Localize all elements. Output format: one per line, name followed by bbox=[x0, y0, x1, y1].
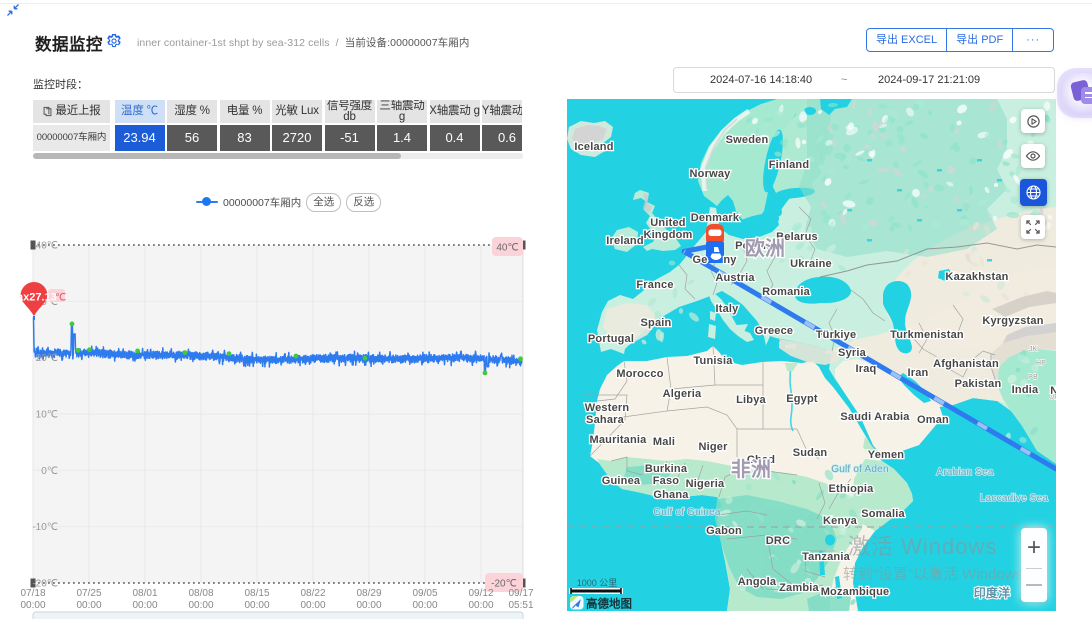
svg-text:Mauritania: Mauritania bbox=[589, 434, 647, 446]
svg-text:Nigeria: Nigeria bbox=[686, 478, 725, 490]
svg-text:UP: UP bbox=[1049, 394, 1056, 401]
svg-text:Pakistan: Pakistan bbox=[955, 378, 1002, 390]
svg-text:Iraq: Iraq bbox=[856, 363, 877, 375]
svg-text:Algeria: Algeria bbox=[663, 388, 702, 400]
svg-text:Sudan: Sudan bbox=[793, 447, 828, 459]
svg-text:09/05: 09/05 bbox=[412, 588, 437, 599]
svg-text:India: India bbox=[1012, 384, 1039, 396]
svg-text:Italy: Italy bbox=[715, 303, 739, 315]
svg-text:℃: ℃ bbox=[55, 293, 66, 304]
svg-text:00:00: 00:00 bbox=[300, 600, 325, 611]
svg-text:Gulf of Guinea: Gulf of Guinea bbox=[653, 507, 721, 518]
svg-text:Saudi Arabia: Saudi Arabia bbox=[840, 411, 910, 423]
svg-text:France: France bbox=[636, 279, 673, 291]
svg-text:Kingdom: Kingdom bbox=[643, 229, 692, 241]
svg-text:Niger: Niger bbox=[698, 441, 728, 453]
svg-text:Ethiopia: Ethiopia bbox=[829, 483, 875, 495]
svg-text:激活 Windows: 激活 Windows bbox=[848, 534, 997, 559]
svg-text:Morocco: Morocco bbox=[616, 368, 663, 380]
svg-text:Greece: Greece bbox=[755, 325, 794, 337]
svg-text:ax27.13: ax27.13 bbox=[17, 292, 57, 304]
svg-text:Portugal: Portugal bbox=[588, 333, 634, 345]
svg-text:40℃: 40℃ bbox=[36, 241, 58, 252]
svg-text:Arabian Sea: Arabian Sea bbox=[936, 467, 993, 478]
svg-text:1000 公里: 1000 公里 bbox=[577, 578, 618, 588]
svg-text:Gabon: Gabon bbox=[706, 525, 742, 537]
svg-text:10℃: 10℃ bbox=[36, 410, 58, 421]
svg-text:高德地图: 高德地图 bbox=[586, 597, 632, 611]
svg-text:Kazakhstan: Kazakhstan bbox=[945, 271, 1008, 283]
svg-text:United: United bbox=[650, 217, 685, 229]
svg-text:08/22: 08/22 bbox=[300, 588, 325, 599]
svg-text:Ireland: Ireland bbox=[606, 235, 643, 247]
svg-text:40℃: 40℃ bbox=[496, 243, 518, 254]
svg-text:Ghana: Ghana bbox=[653, 489, 689, 501]
svg-text:08/01: 08/01 bbox=[132, 588, 157, 599]
svg-text:Kyrgyzstan: Kyrgyzstan bbox=[982, 315, 1043, 327]
svg-text:Ukraine: Ukraine bbox=[790, 258, 832, 270]
svg-text:Angola: Angola bbox=[738, 576, 777, 588]
svg-text:Mozambique: Mozambique bbox=[821, 586, 890, 598]
svg-text:Tunisia: Tunisia bbox=[693, 355, 733, 367]
svg-text:Burkina: Burkina bbox=[645, 463, 688, 475]
svg-text:Western: Western bbox=[585, 402, 630, 414]
svg-text:HP: HP bbox=[1036, 360, 1046, 367]
svg-text:00:00: 00:00 bbox=[244, 600, 269, 611]
svg-text:00:00: 00:00 bbox=[468, 600, 493, 611]
svg-text:非洲: 非洲 bbox=[731, 458, 771, 481]
svg-text:07/25: 07/25 bbox=[76, 588, 101, 599]
svg-text:00:00: 00:00 bbox=[356, 600, 381, 611]
svg-text:Tanzania: Tanzania bbox=[802, 551, 851, 563]
svg-text:Denmark: Denmark bbox=[691, 212, 740, 224]
svg-text:00:00: 00:00 bbox=[132, 600, 157, 611]
svg-text:Ge: Ge bbox=[692, 254, 707, 266]
svg-text:欧洲: 欧洲 bbox=[745, 236, 785, 260]
svg-text:Romania: Romania bbox=[762, 286, 811, 298]
svg-text:Turkmenistan: Turkmenistan bbox=[890, 329, 964, 341]
svg-text:DRC: DRC bbox=[766, 535, 790, 547]
svg-text:Zambia: Zambia bbox=[779, 582, 819, 594]
svg-text:Laccadive Sea: Laccadive Sea bbox=[980, 493, 1048, 504]
svg-text:05:51: 05:51 bbox=[508, 600, 533, 611]
svg-text:Iceland: Iceland bbox=[574, 141, 613, 153]
svg-text:PB: PB bbox=[1028, 374, 1038, 381]
svg-text:08/29: 08/29 bbox=[356, 588, 381, 599]
svg-text:Norway: Norway bbox=[690, 168, 732, 180]
svg-text:00:00: 00:00 bbox=[188, 600, 213, 611]
svg-text:09/12: 09/12 bbox=[468, 588, 493, 599]
svg-text:08/08: 08/08 bbox=[188, 588, 213, 599]
svg-text:转到“设置”以激活 Windows。: 转到“设置”以激活 Windows。 bbox=[843, 566, 1038, 583]
svg-text:Afghanistan: Afghanistan bbox=[933, 358, 999, 370]
svg-text:Gulf of Aden: Gulf of Aden bbox=[831, 464, 888, 475]
svg-text:印度洋: 印度洋 bbox=[974, 585, 1011, 600]
svg-text:Guinea: Guinea bbox=[602, 475, 641, 487]
svg-text:Libya: Libya bbox=[736, 394, 766, 406]
svg-text:Sahara: Sahara bbox=[586, 414, 625, 426]
svg-text:Sweden: Sweden bbox=[726, 134, 769, 146]
svg-text:ny: ny bbox=[723, 254, 737, 266]
svg-text:Iran: Iran bbox=[908, 367, 929, 379]
svg-text:Austria: Austria bbox=[715, 272, 755, 284]
svg-text:Mali: Mali bbox=[653, 436, 675, 448]
svg-text:00:00: 00:00 bbox=[412, 600, 437, 611]
svg-text:Faso: Faso bbox=[653, 475, 680, 487]
svg-text:07/18: 07/18 bbox=[20, 588, 45, 599]
svg-text:Oman: Oman bbox=[917, 414, 949, 426]
svg-text:09/17: 09/17 bbox=[508, 588, 533, 599]
svg-text:20℃: 20℃ bbox=[36, 353, 58, 364]
svg-text:00:00: 00:00 bbox=[20, 600, 45, 611]
svg-text:Syria: Syria bbox=[838, 347, 867, 359]
svg-text:Somalia: Somalia bbox=[861, 508, 905, 520]
svg-text:-10℃: -10℃ bbox=[32, 522, 58, 533]
svg-text:Türkiye: Türkiye bbox=[816, 329, 857, 341]
svg-text:00:00: 00:00 bbox=[76, 600, 101, 611]
svg-text:08/15: 08/15 bbox=[244, 588, 269, 599]
svg-text:Yemen: Yemen bbox=[868, 449, 905, 461]
svg-text:Spain: Spain bbox=[641, 317, 672, 329]
svg-text:0℃: 0℃ bbox=[41, 466, 58, 477]
svg-text:Kenya: Kenya bbox=[823, 515, 858, 527]
svg-text:Finland: Finland bbox=[769, 159, 810, 171]
svg-text:Egypt: Egypt bbox=[786, 393, 818, 405]
svg-text:JK: JK bbox=[1029, 346, 1038, 353]
